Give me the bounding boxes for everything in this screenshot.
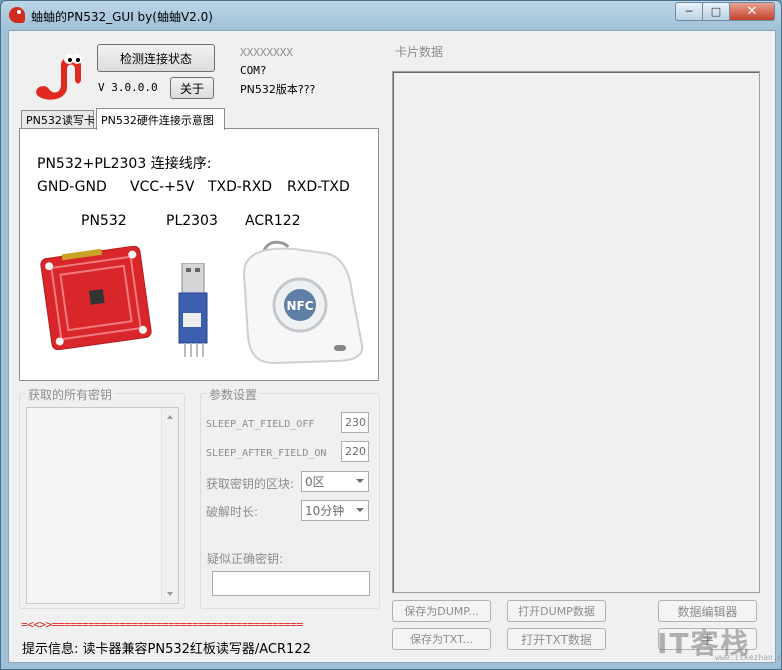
tab-read-write[interactable]: PN532读写卡 <box>21 110 95 129</box>
title-bar[interactable]: 蚰蚰的PN532_GUI by(蚰蚰V2.0) ─ □ ✕ <box>1 1 781 29</box>
maximize-button[interactable]: □ <box>702 2 730 21</box>
watermark-url: www.itkezhan.org <box>715 653 782 662</box>
version-label: V 3.0.0.0 <box>98 81 158 94</box>
open-txt-button[interactable]: 打开TXT数据 <box>507 628 606 650</box>
scroll-down-icon[interactable] <box>167 592 173 596</box>
acr122-reader-image: NFC <box>242 240 364 365</box>
keys-group-title: 获取的所有密钥 <box>26 386 115 403</box>
keys-groupbox: 获取的所有密钥 <box>19 386 185 609</box>
tab-hardware-diagram[interactable]: PN532硬件连接示意图 <box>96 108 225 130</box>
sleep-field-on-label: SLEEP_AFTER_FIELD_ON <box>206 448 327 459</box>
pn532-version-label: PN532版本??? <box>240 83 316 96</box>
status-message: 提示信息: 读卡器兼容PN532红板读写器/ACR122 <box>22 642 311 657</box>
pn532-board-image <box>40 246 152 350</box>
client-area: 检测连接状态 V 3.0.0.0 关于 XXXXXXXX COM? PN532版… <box>8 30 782 663</box>
device-label-acr122: ACR122 <box>245 213 301 229</box>
save-txt-button[interactable]: 保存为TXT... <box>392 628 491 650</box>
time-select-value: 10分钟 <box>305 504 345 518</box>
device-id-label: XXXXXXXX <box>240 46 293 59</box>
about-button[interactable]: 关于 <box>170 77 214 99</box>
chevron-down-icon <box>356 508 364 512</box>
app-logo-icon <box>9 7 25 23</box>
suspected-key-input[interactable] <box>212 571 370 596</box>
block-select[interactable]: 0区 <box>301 471 369 492</box>
params-group-title: 参数设置 <box>207 386 260 403</box>
keys-list-scrollbar[interactable] <box>161 408 178 603</box>
nfc-logo-text: NFC <box>286 299 313 313</box>
device-label-pn532: PN532 <box>81 213 127 229</box>
suspected-key-label: 疑似正确密钥: <box>207 552 284 566</box>
card-data-title: 卡片数据 <box>393 43 446 60</box>
wiring-gnd: GND-GND <box>37 179 107 195</box>
port-label: COM? <box>240 64 267 77</box>
block-select-value: 0区 <box>305 475 325 489</box>
data-editor-button[interactable]: 数据编辑器 <box>658 600 757 622</box>
chevron-down-icon <box>356 479 364 483</box>
app-window: 蚰蚰的PN532_GUI by(蚰蚰V2.0) ─ □ ✕ 检测连接状态 V 3… <box>0 0 782 670</box>
pl2303-adapter-image <box>178 263 208 357</box>
hardware-diagram-panel: PN532+PL2303 连接线序: GND-GND VCC-+5V TXD-R… <box>19 128 379 381</box>
scroll-up-icon[interactable] <box>167 415 173 419</box>
status-separator: =<<>>===================================… <box>21 618 303 631</box>
check-connection-button[interactable]: 检测连接状态 <box>97 44 215 72</box>
wiring-txd: TXD-RXD <box>208 179 273 195</box>
wiring-rxd: RXD-TXD <box>287 179 350 195</box>
time-select[interactable]: 10分钟 <box>301 500 369 521</box>
close-button[interactable]: ✕ <box>729 2 775 21</box>
save-dump-button[interactable]: 保存为DUMP... <box>392 600 491 622</box>
sleep-field-off-input[interactable]: 230 <box>341 412 369 433</box>
open-dump-button[interactable]: 打开DUMP数据 <box>507 600 606 622</box>
params-groupbox: 参数设置 SLEEP_AT_FIELD_OFF 230 SLEEP_AFTER_… <box>200 386 380 609</box>
sleep-field-on-input[interactable]: 220 <box>341 441 369 462</box>
block-label: 获取密钥的区块: <box>206 477 295 491</box>
minimize-button[interactable]: ─ <box>675 2 703 21</box>
time-label: 破解时长: <box>206 505 259 519</box>
wiring-vcc: VCC-+5V <box>130 179 195 195</box>
device-label-pl2303: PL2303 <box>166 213 218 229</box>
card-data-textarea[interactable] <box>392 71 760 593</box>
worm-logo-icon <box>36 54 82 100</box>
keys-list[interactable] <box>26 407 179 604</box>
window-title: 蚰蚰的PN532_GUI by(蚰蚰V2.0) <box>31 10 213 24</box>
wiring-heading: PN532+PL2303 连接线序: <box>37 156 212 172</box>
sleep-field-off-label: SLEEP_AT_FIELD_OFF <box>206 419 315 430</box>
